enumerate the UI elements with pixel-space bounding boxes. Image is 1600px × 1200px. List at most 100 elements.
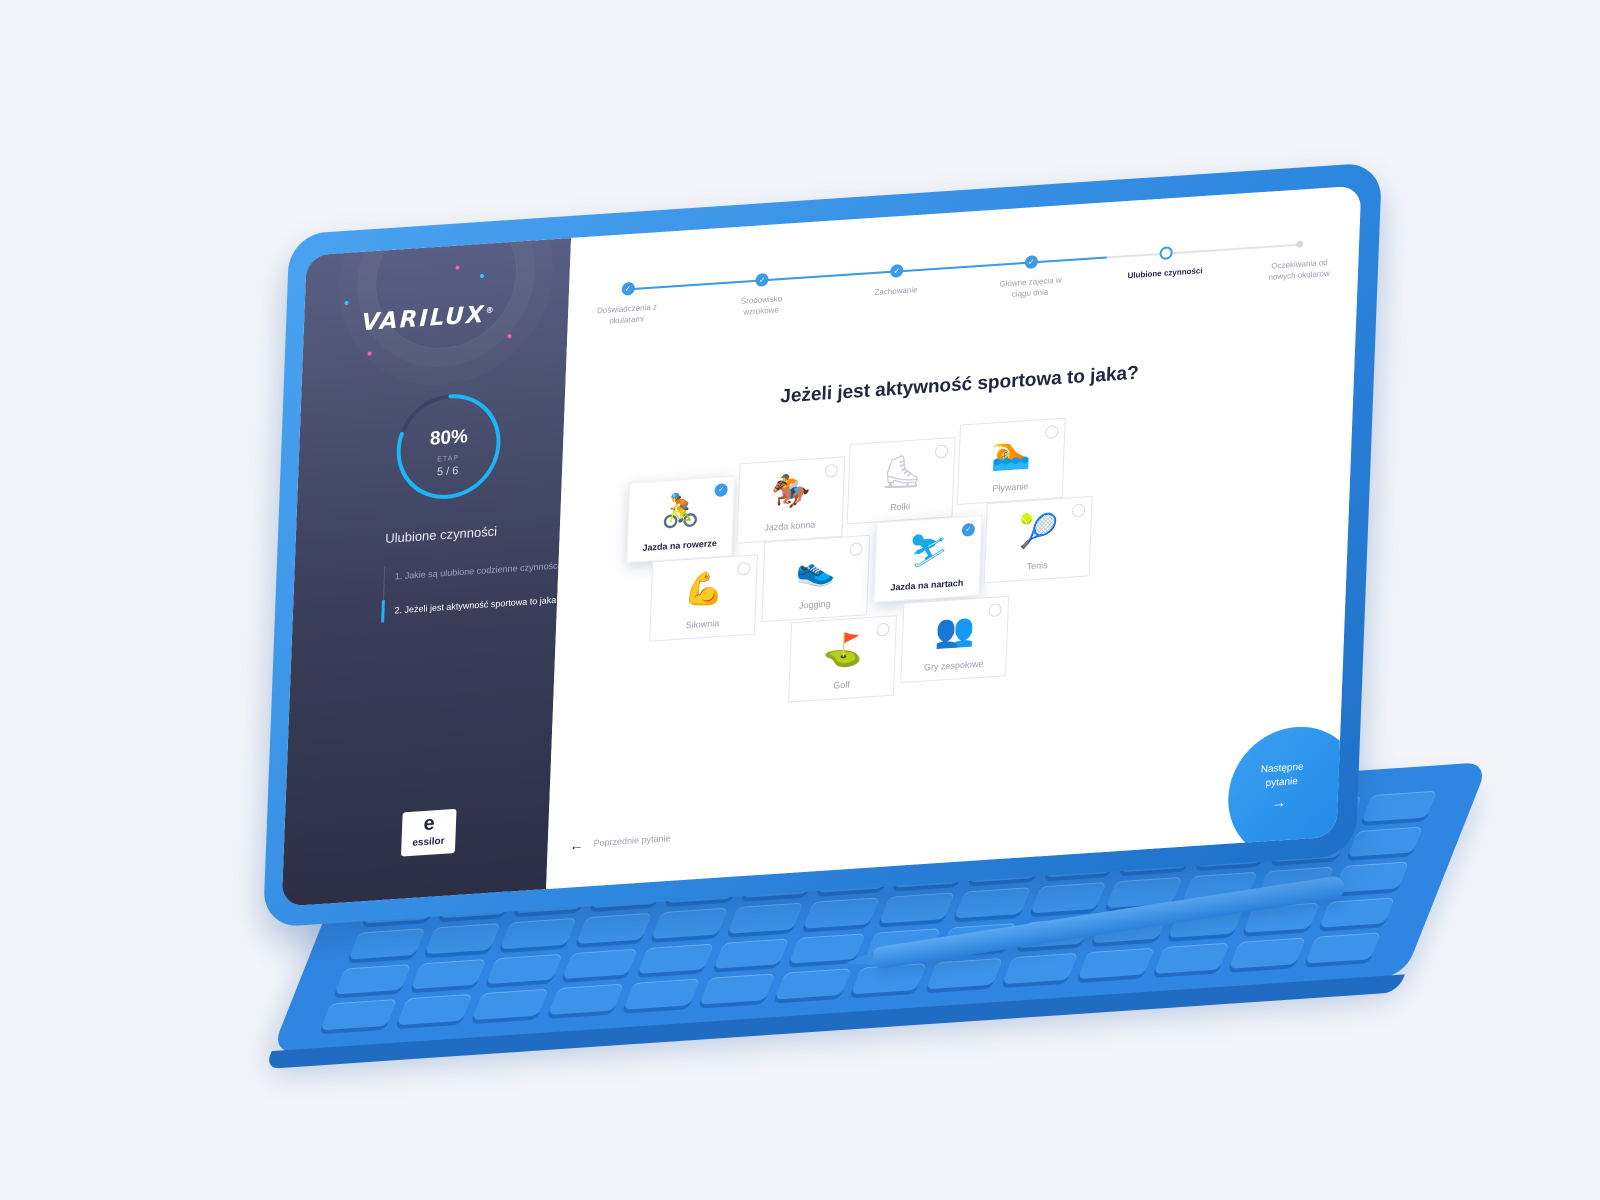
gym-icon: 💪 (683, 569, 725, 609)
keyboard-key (334, 963, 412, 995)
keyboard-key (320, 999, 398, 1031)
decor-dot (367, 351, 372, 356)
activity-card[interactable]: 💪 Siłownia (649, 554, 758, 642)
keyboard-key (348, 928, 426, 960)
keyboard-key (802, 897, 880, 929)
step-3: ✓ Zachowanie (856, 262, 935, 310)
activity-card[interactable]: 👟 Jogging (761, 534, 871, 623)
keyboard-key (1304, 932, 1382, 964)
keyboard-key (575, 912, 653, 944)
decor-dot (344, 300, 349, 306)
keyboard-key (925, 958, 1003, 990)
activity-card[interactable]: 🎾 Tenis (983, 495, 1093, 584)
activity-label: Jazda konna (764, 519, 816, 533)
question-item-1[interactable]: 1. Jakie są ulubione codzienne czynności… (384, 553, 584, 588)
swimming-icon: 🏊 (991, 432, 1033, 472)
step-2: ✓ Środowisko wzrokowe (722, 271, 801, 319)
check-icon: ✓ (1024, 255, 1039, 270)
step-1: ✓ Doświadczenia z okularami (587, 280, 666, 328)
keyboard-key (774, 968, 852, 1000)
activity-card[interactable]: ⛳ Golf (788, 615, 897, 703)
activity-card[interactable]: 🏇 Jazda konna (736, 456, 846, 544)
tennis-icon: 🎾 (1017, 511, 1060, 551)
activity-label: Jogging (798, 598, 831, 611)
next-question-button[interactable]: Następne pytanie → (1225, 722, 1362, 864)
keyboard-key (726, 902, 804, 934)
arrow-right-icon: → (1271, 793, 1287, 811)
check-icon: ✓ (755, 272, 770, 287)
keyboard-key (1360, 790, 1438, 822)
keyboard-key (1077, 948, 1155, 980)
activity-label: Jazda na rowerze (642, 537, 718, 553)
rollerskate-icon: ⛸ (880, 452, 923, 492)
check-icon: ✓ (621, 281, 635, 296)
device-mockup: VARILUX® 80% ETAP 5 / 6 Ulubione czynnoś… (0, 0, 1600, 1200)
previous-question-label: Poprzednie pytanie (593, 833, 671, 849)
keyboard-key (395, 994, 473, 1026)
step-label: Główne zajęcia w ciągu dnia (999, 275, 1062, 299)
keyboard-key (561, 948, 639, 980)
keyboard-key (953, 887, 1031, 919)
decor-dot (507, 334, 512, 339)
keyboard-key (423, 923, 501, 955)
sidebar: VARILUX® 80% ETAP 5 / 6 Ulubione czynnoś… (281, 201, 585, 907)
horse-icon: 🏇 (770, 471, 812, 511)
golf-icon: ⛳ (822, 630, 864, 670)
activity-card[interactable]: 👥 Gry zespołowe (900, 595, 1010, 684)
activity-label: Tenis (1026, 560, 1048, 572)
activity-label: Pływanie (992, 481, 1029, 494)
activity-grid: ✓ 🚴 Jazda na rowerze 🏇 Jazda konna ⛸ Rolki 🏊 Pły… (626, 413, 1100, 703)
essilor-logo: e essilor (400, 808, 457, 857)
activity-label: Siłownia (685, 617, 720, 631)
keyboard-key (878, 892, 956, 924)
running-shoe-icon: 👟 (795, 550, 837, 589)
stepper: ✓ Doświadczenia z okularami ✓ Środowisko wz… (587, 235, 1339, 328)
activity-card[interactable]: ⛸ Rolki (846, 436, 956, 525)
keyboard-key (499, 918, 577, 950)
keyboard-key (409, 958, 487, 990)
keyboard-key (636, 943, 714, 975)
keyboard-key (1346, 826, 1424, 858)
step-6: Oczekiwania od nowych okularów (1260, 235, 1339, 283)
step-label: Oczekiwania od nowych okularów (1268, 257, 1330, 282)
keyboard-key (485, 953, 563, 985)
activity-card[interactable]: ✓ 🚴 Jazda na rowerze (626, 475, 736, 564)
question-title: Jeżeli jest aktywność sportowa to jaka? (779, 362, 1140, 408)
activity-label: Golf (833, 679, 850, 691)
arrow-left-icon: ← (569, 836, 584, 854)
activity-label: Gry zespołowe (923, 658, 984, 673)
question-list: 1. Jakie są ulubione codzienne czynności… (381, 552, 585, 623)
keyboard-key (698, 973, 776, 1005)
progress-ring: 80% ETAP 5 / 6 (392, 388, 506, 506)
step-label: Zachowanie (874, 285, 918, 298)
keyboard-key (651, 907, 729, 939)
keyboard-key (1228, 937, 1306, 969)
main-panel: ✓ Doświadczenia z okularami ✓ Środowisko wz… (546, 185, 1362, 890)
step-label: Środowisko wzrokowe (740, 294, 783, 317)
previous-question-button[interactable]: ← Poprzednie pytanie (569, 831, 671, 854)
tablet: VARILUX® 80% ETAP 5 / 6 Ulubione czynnoś… (262, 162, 1383, 928)
keyboard-key (1152, 942, 1230, 974)
question-item-2-active[interactable]: 2. Jeżeli jest aktywność sportowa to jak… (381, 586, 584, 623)
keyboard-key (1001, 953, 1079, 985)
keyboard-key (712, 938, 790, 970)
check-icon: ✓ (890, 264, 904, 278)
keyboard-key (1029, 882, 1107, 914)
activity-label: Rolki (889, 501, 911, 513)
activity-card[interactable]: 🏊 Pływanie (956, 417, 1066, 506)
step-label: Doświadczenia z okularami (596, 302, 658, 326)
step-node (1296, 240, 1304, 248)
keyboard-key (622, 978, 700, 1010)
next-question-label: Następne pytanie (1260, 761, 1304, 790)
keyboard-key (547, 983, 625, 1015)
step-node (1159, 246, 1173, 261)
activity-card[interactable]: ✓ ⛷ Jazda na nartach (873, 515, 983, 603)
activity-label: Jazda na nartach (890, 577, 964, 593)
step-5: Ulubione czynności (1125, 244, 1204, 292)
section-title: Ulubione czynności (385, 523, 498, 546)
keyboard-key (471, 989, 549, 1021)
keyboard-key (850, 963, 927, 995)
skis-icon: ⛷ (907, 530, 950, 570)
step-4: ✓ Główne zajęcia w ciągu dnia (991, 253, 1070, 301)
keyboard-key (1318, 897, 1396, 929)
